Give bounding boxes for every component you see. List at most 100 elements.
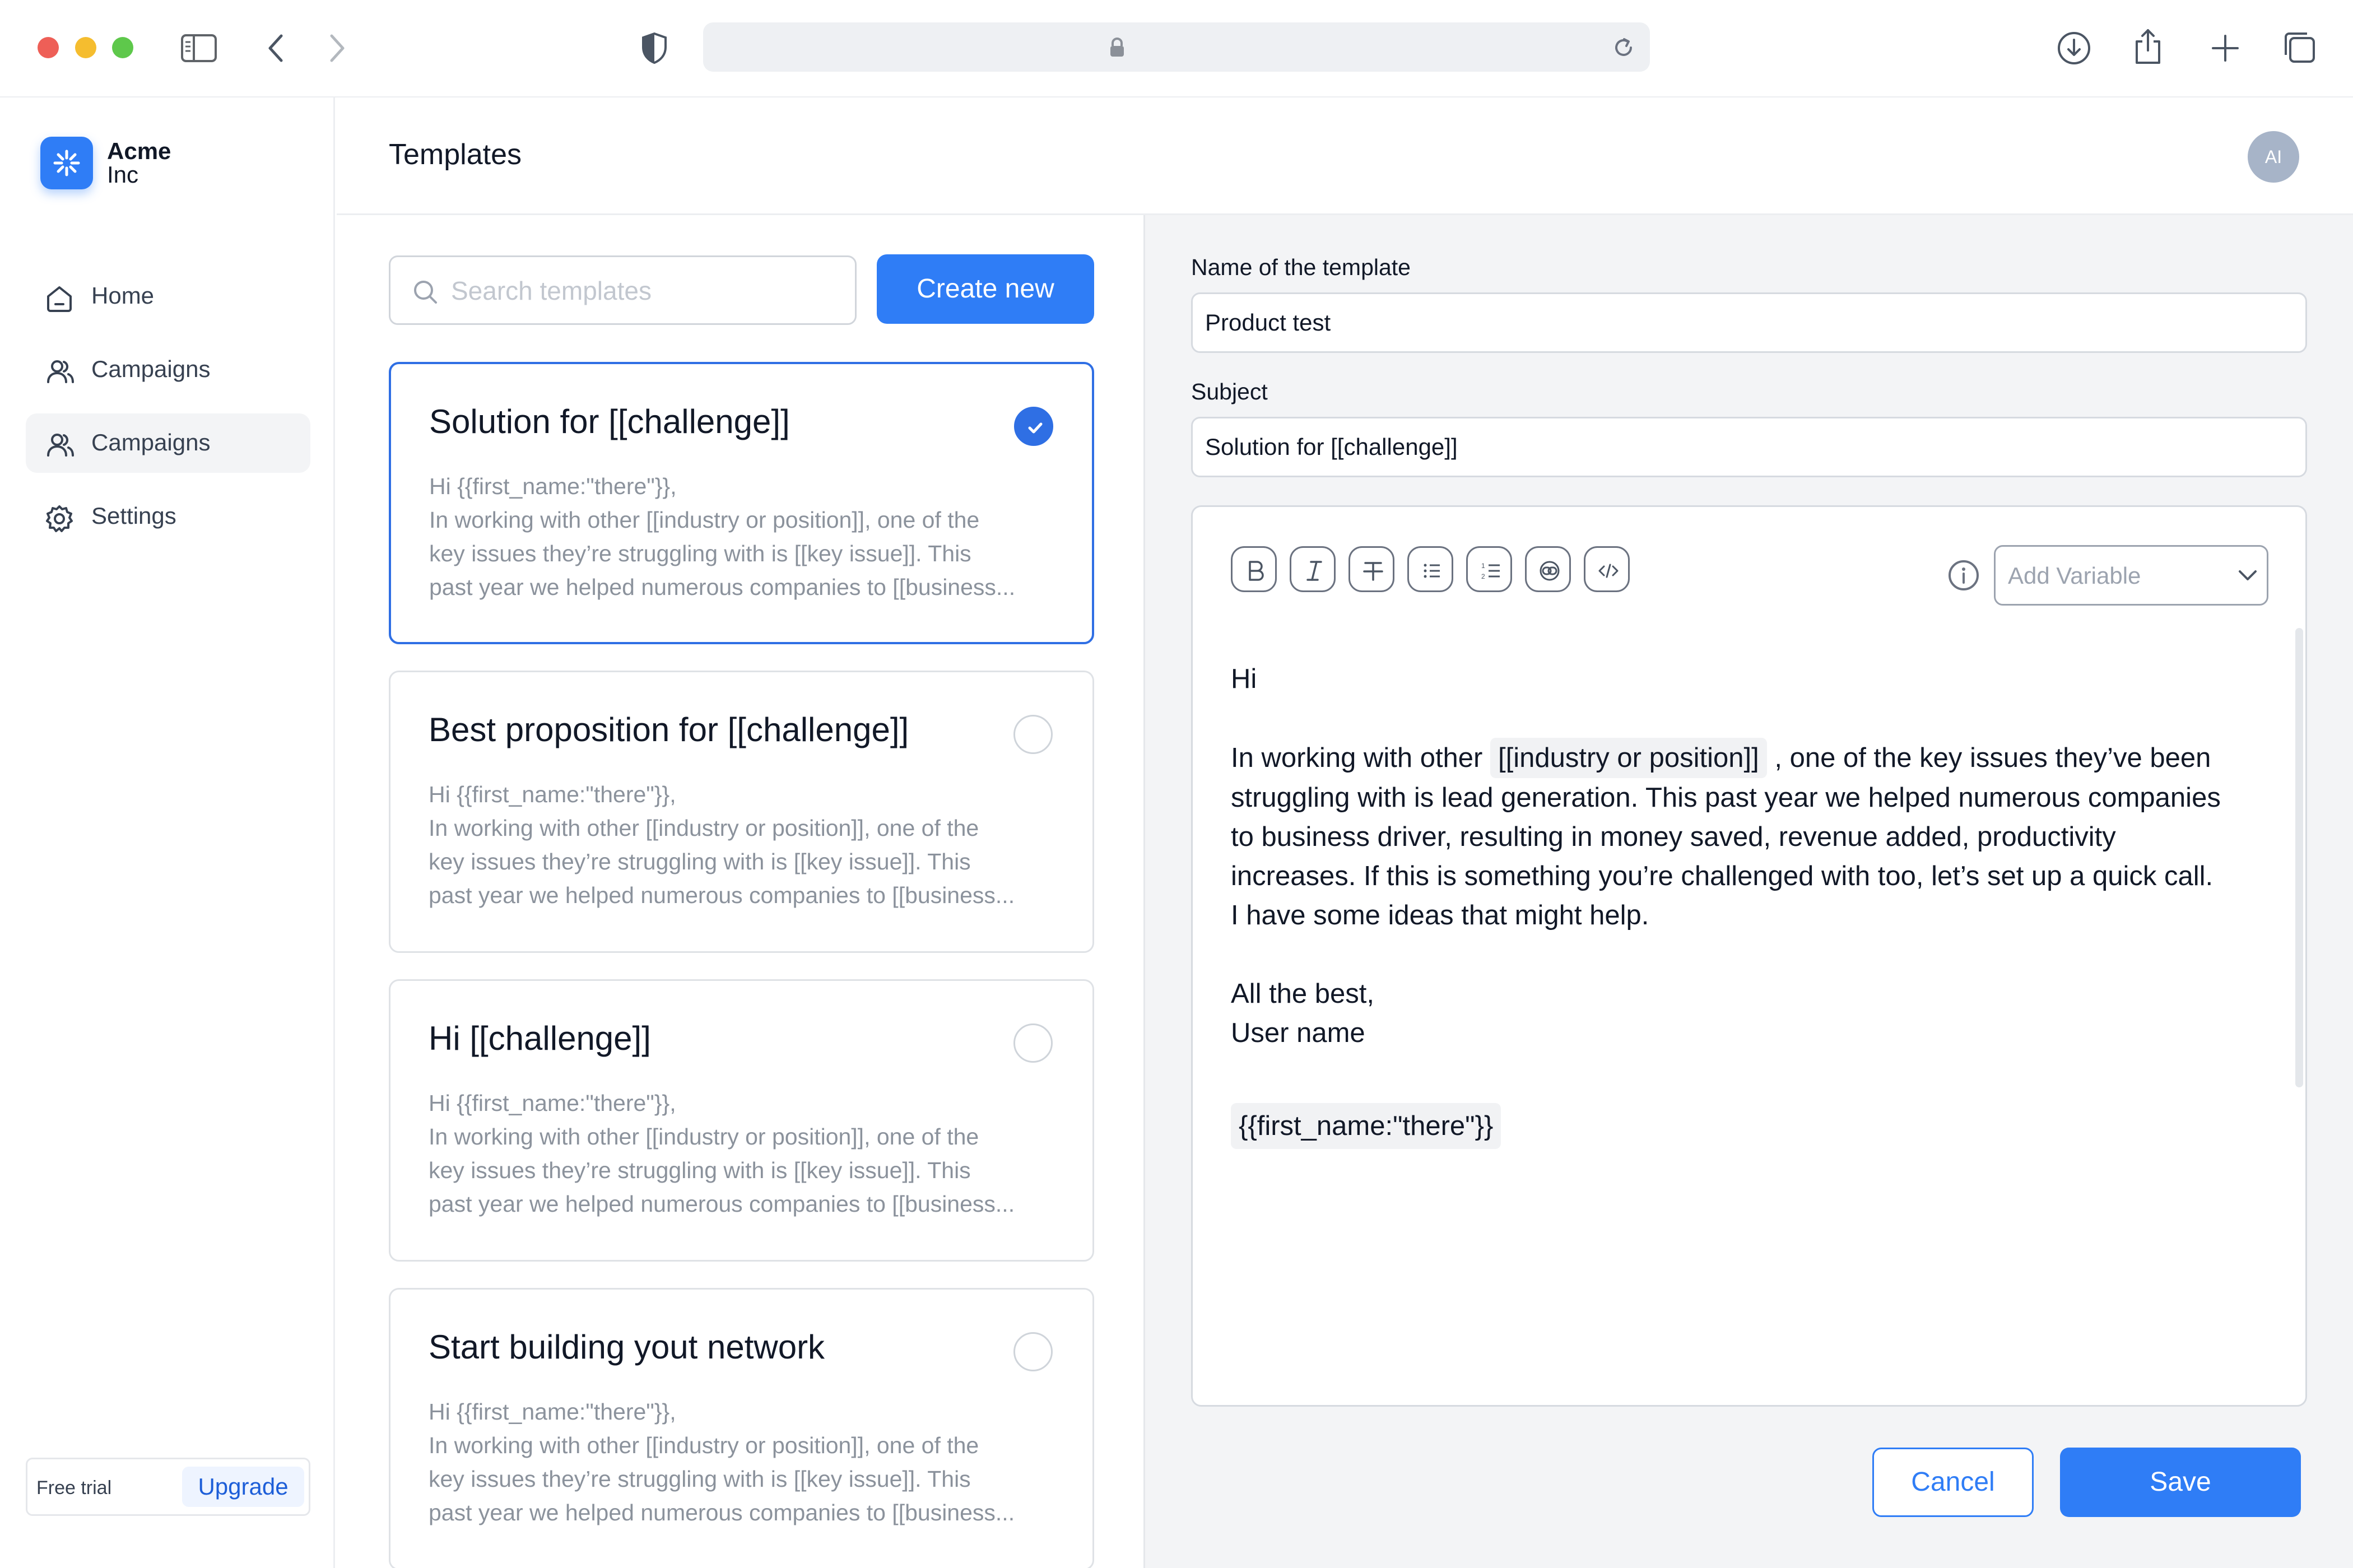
forward-icon[interactable] xyxy=(325,32,350,64)
template-title: Start building yout network xyxy=(429,1328,825,1366)
bullet-list-button[interactable] xyxy=(1407,546,1453,592)
back-icon[interactable] xyxy=(263,32,288,64)
sidebar-item-label: Home xyxy=(91,282,155,309)
body-paragraph-line-1: In working with other [[industry or posi… xyxy=(1231,738,2284,778)
bold-button[interactable] xyxy=(1231,546,1277,592)
template-card[interactable]: Start building yout network Hi {{first_n… xyxy=(389,1288,1094,1568)
sidebar-item-campaigns[interactable]: Campaigns xyxy=(26,340,310,399)
cancel-button[interactable]: Cancel xyxy=(1872,1448,2034,1517)
body-closing: All the best, xyxy=(1231,979,1375,1009)
italic-icon xyxy=(1306,561,1322,581)
template-preview: Hi {{first_name:"there"}}, In working wi… xyxy=(429,1090,1015,1217)
sidebar-item-campaigns-active[interactable]: Campaigns xyxy=(26,413,310,473)
link-icon xyxy=(1540,561,1560,581)
gear-icon xyxy=(46,505,73,532)
variable-chip-first-name[interactable]: {{first_name:"there"}} xyxy=(1231,1103,1501,1149)
search-input[interactable] xyxy=(451,268,843,313)
email-body[interactable]: Hi In working with other [[industry or p… xyxy=(1231,659,2284,1053)
template-card[interactable]: Solution for [[challenge]] Hi {{first_na… xyxy=(389,362,1094,644)
template-list-panel: Create new Solution for [[challenge]] Hi… xyxy=(337,215,1145,1568)
template-card[interactable]: Hi [[challenge]] Hi {{first_name:"there"… xyxy=(389,979,1094,1262)
template-radio[interactable] xyxy=(1013,715,1053,754)
variable-chip-industry[interactable]: [[industry or position]] xyxy=(1490,738,1767,778)
add-variable-placeholder: Add Variable xyxy=(2008,562,2141,589)
template-title: Best proposition for [[challenge]] xyxy=(429,711,909,748)
page-title: Templates xyxy=(389,138,522,171)
lock-icon xyxy=(1110,38,1124,57)
info-icon[interactable] xyxy=(1947,559,1980,592)
body-greeting: Hi xyxy=(1231,664,1257,694)
trial-text: Free trial xyxy=(36,1477,112,1499)
template-preview: Hi {{first_name:"there"}}, In working wi… xyxy=(429,1399,1015,1525)
minimize-window-button[interactable] xyxy=(75,37,96,58)
svg-text:1: 1 xyxy=(1481,562,1485,570)
chevron-down-icon xyxy=(2239,570,2257,580)
body-paragraph-line-3: to business driver, resulting in money s… xyxy=(1231,822,2116,852)
users-icon xyxy=(47,434,74,457)
rich-text-editor[interactable]: 1 2 Add Variable Hi In working with othe… xyxy=(1191,505,2307,1407)
sidebar-item-label: Settings xyxy=(91,502,176,529)
template-card[interactable]: Best proposition for [[challenge]] Hi {{… xyxy=(389,671,1094,953)
sidebar: Acme Inc Home Campaigns Campaigns Settin… xyxy=(0,97,335,1568)
numbered-list-button[interactable]: 1 2 xyxy=(1466,546,1512,592)
save-button[interactable]: Save xyxy=(2060,1448,2301,1517)
sidebar-item-label: Campaigns xyxy=(91,356,211,382)
link-button[interactable] xyxy=(1525,546,1571,592)
sidebar-item-home[interactable]: Home xyxy=(26,267,310,326)
logo-icon xyxy=(53,150,80,176)
bold-icon xyxy=(1249,561,1264,581)
template-title: Hi [[challenge]] xyxy=(429,1020,651,1057)
brand-suffix: Inc xyxy=(107,161,139,188)
trial-banner: Free trial Upgrade xyxy=(26,1458,310,1516)
brand-name: Acme xyxy=(107,138,171,164)
template-title: Solution for [[challenge]] xyxy=(429,403,790,440)
body-paragraph-line-4: increases. If this is something you’re c… xyxy=(1231,861,2214,891)
address-bar[interactable] xyxy=(703,22,1650,72)
maximize-window-button[interactable] xyxy=(112,37,133,58)
check-icon xyxy=(1028,422,1043,434)
sidebar-item-settings[interactable]: Settings xyxy=(26,487,310,546)
svg-text:2: 2 xyxy=(1481,573,1485,580)
code-icon xyxy=(1598,564,1619,578)
brand-logo xyxy=(40,137,93,189)
template-preview: Hi {{first_name:"there"}}, In working wi… xyxy=(429,781,1015,908)
body-paragraph-line-2: struggling with is lead generation. This… xyxy=(1231,783,2221,813)
subject-label: Subject xyxy=(1191,379,1268,404)
code-button[interactable] xyxy=(1584,546,1630,592)
create-new-button[interactable]: Create new xyxy=(877,254,1094,324)
add-variable-select[interactable]: Add Variable xyxy=(1994,545,2268,606)
tabs-overview-icon[interactable] xyxy=(2282,30,2317,65)
search-field[interactable] xyxy=(389,255,857,325)
bullet-list-icon xyxy=(1424,564,1440,578)
strikethrough-icon xyxy=(1363,562,1383,581)
editor-scrollbar[interactable] xyxy=(2295,628,2303,1087)
italic-button[interactable] xyxy=(1290,546,1336,592)
new-tab-icon[interactable] xyxy=(2211,34,2240,63)
avatar[interactable]: AI xyxy=(2248,131,2299,183)
close-window-button[interactable] xyxy=(38,37,59,58)
template-radio[interactable] xyxy=(1013,1023,1053,1063)
template-name-field[interactable]: Product test xyxy=(1191,292,2307,353)
download-icon[interactable] xyxy=(2056,30,2092,66)
browser-toolbar xyxy=(0,0,2353,97)
template-radio-checked[interactable] xyxy=(1014,407,1053,446)
home-icon xyxy=(47,286,72,312)
reload-icon[interactable] xyxy=(1612,36,1635,59)
shield-icon[interactable] xyxy=(640,31,669,65)
body-paragraph-line-5: I have some ideas that might help. xyxy=(1231,900,1649,930)
users-icon xyxy=(47,360,74,383)
template-name-label: Name of the template xyxy=(1191,254,1411,280)
template-radio[interactable] xyxy=(1013,1332,1053,1371)
numbered-list-icon: 1 2 xyxy=(1481,562,1500,580)
search-icon xyxy=(414,281,437,304)
subject-field[interactable]: Solution for [[challenge]] xyxy=(1191,417,2307,477)
sidebar-item-label: Campaigns xyxy=(91,429,211,455)
share-icon[interactable] xyxy=(2132,27,2164,66)
template-preview: Hi {{first_name:"there"}}, In working wi… xyxy=(429,473,1016,600)
sidebar-toggle-icon[interactable] xyxy=(180,34,217,63)
page-header: Templates AI xyxy=(337,97,2353,215)
upgrade-button[interactable]: Upgrade xyxy=(182,1467,304,1507)
strikethrough-button[interactable] xyxy=(1348,546,1394,592)
template-editor-panel: Name of the template Product test Subjec… xyxy=(1145,215,2353,1568)
body-signature: User name xyxy=(1231,1018,1365,1048)
